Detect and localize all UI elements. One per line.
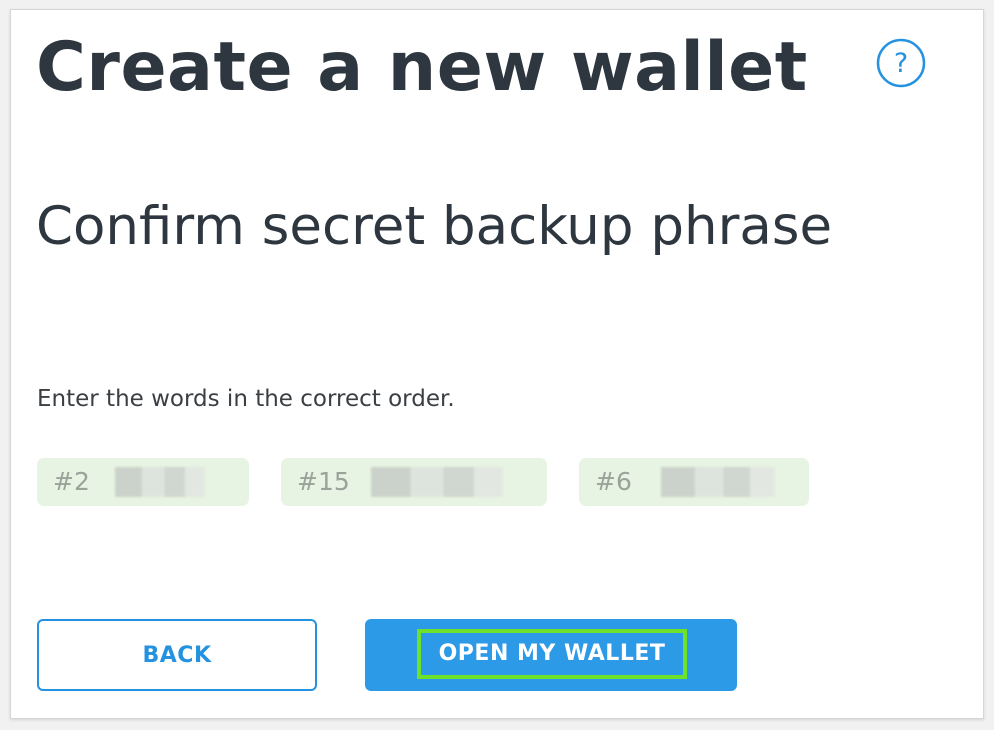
page-title: Create a new wallet [36,28,808,107]
word-field-6[interactable]: #6 [579,458,809,506]
word-number-label: #15 [297,467,350,496]
redacted-word [661,467,775,497]
step-subtitle: Confirm secret backup phrase [36,196,833,257]
redacted-word [115,467,205,497]
instruction-text: Enter the words in the correct order. [37,386,455,412]
svg-text:?: ? [894,48,908,79]
open-my-wallet-label: OPEN MY WALLET [417,629,687,679]
open-my-wallet-button[interactable]: OPEN MY WALLET [365,619,737,691]
word-number-label: #6 [595,467,632,496]
word-field-15[interactable]: #15 [281,458,547,506]
question-circle-icon[interactable]: ? [876,38,926,88]
wallet-card: Create a new wallet ? Confirm secret bac… [10,9,984,719]
redacted-word [371,467,503,497]
word-field-2[interactable]: #2 [37,458,249,506]
word-number-label: #2 [53,467,90,496]
back-button[interactable]: BACK [37,619,317,691]
